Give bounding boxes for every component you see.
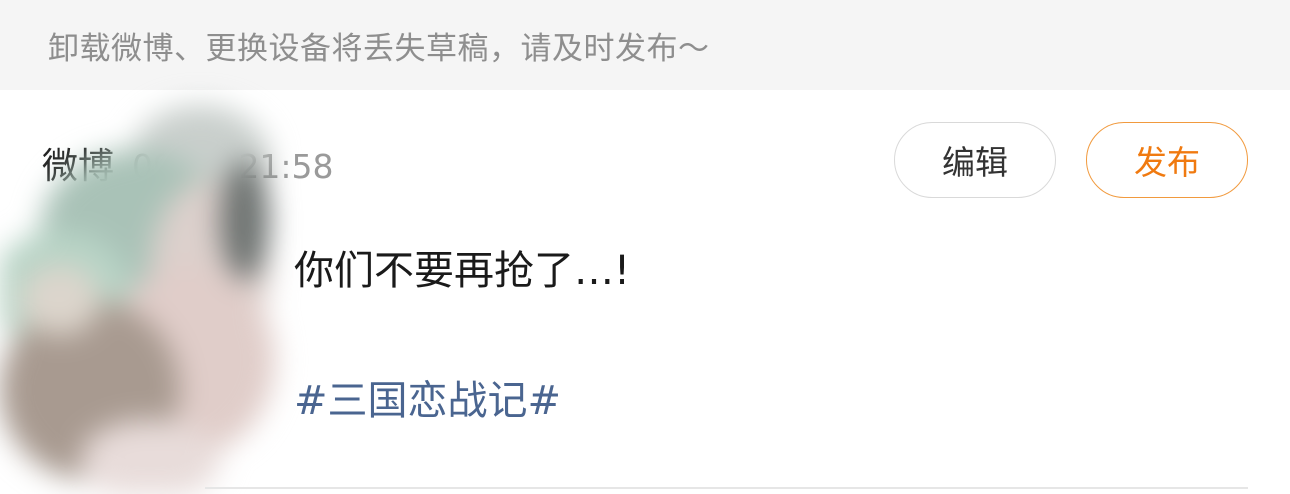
draft-content-text: 你们不要再抢了…! bbox=[294, 248, 631, 294]
edit-button[interactable]: 编辑 bbox=[894, 122, 1056, 198]
draft-header: 微博 09-04 21:58 bbox=[42, 137, 334, 189]
publish-button[interactable]: 发布 bbox=[1086, 122, 1248, 198]
draft-warning-text: 卸载微博、更换设备将丢失草稿，请及时发布～ bbox=[48, 30, 710, 67]
draft-divider bbox=[205, 487, 1248, 489]
draft-card: 微博 09-04 21:58 编辑 发布 你们不要再抢了…! #三国恋战记# bbox=[0, 90, 1290, 494]
drafts-page: 卸载微博、更换设备将丢失草稿，请及时发布～ 微博 09-04 21:58 编辑 … bbox=[0, 0, 1290, 494]
topic-hashtag-link[interactable]: #三国恋战记# bbox=[294, 368, 561, 426]
draft-source-label: 微博 bbox=[42, 146, 115, 187]
draft-warning-banner: 卸载微博、更换设备将丢失草稿，请及时发布～ bbox=[0, 0, 1290, 90]
draft-timestamp: 09-04 21:58 bbox=[132, 147, 334, 186]
